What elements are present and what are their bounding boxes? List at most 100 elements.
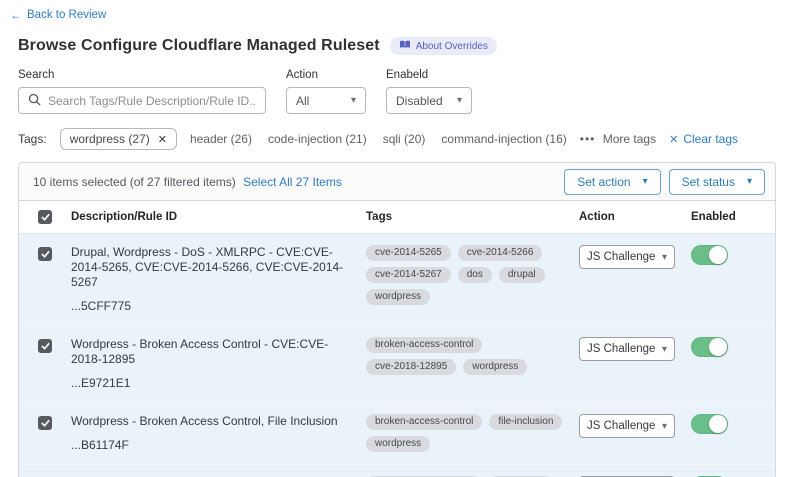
row-checkbox[interactable] xyxy=(38,247,52,261)
chevron-down-icon: ▾ xyxy=(662,252,667,263)
rule-action-value: JS Challenge xyxy=(587,343,655,355)
set-action-button[interactable]: Set action ▾ xyxy=(564,169,660,195)
rule-enabled-toggle[interactable] xyxy=(691,337,728,357)
rule-tags: cve-2014-5265cve-2014-5266cve-2014-5267d… xyxy=(366,245,579,313)
chevron-down-icon: ▾ xyxy=(643,176,648,187)
search-filter-group: Search Search Tags/Rule Description/Rule… xyxy=(18,69,266,114)
available-tag[interactable]: header (26) xyxy=(190,132,252,146)
available-tag[interactable]: command-injection (16) xyxy=(441,132,566,146)
set-status-button[interactable]: Set status ▾ xyxy=(669,169,765,195)
selection-summary-text: 10 items selected (of 27 filtered items) xyxy=(33,175,236,189)
remove-tag-icon[interactable]: ✕ xyxy=(158,133,167,146)
clear-tags-label: Clear tags xyxy=(683,132,738,146)
rule-enabled-toggle[interactable] xyxy=(691,414,728,434)
rule-description: Wordpress - Broken Access Control - CVE:… xyxy=(71,337,352,367)
rule-id: ...E9721E1 xyxy=(71,376,352,390)
rule-action-value: JS Challenge xyxy=(587,420,655,432)
selection-bar: 10 items selected (of 27 filtered items)… xyxy=(19,163,775,201)
back-link-label: Back to Review xyxy=(27,9,106,21)
action-filter-select[interactable]: All ▾ xyxy=(286,87,366,114)
tag-pill: cve-2014-5266 xyxy=(458,245,543,261)
column-header-tags: Tags xyxy=(366,211,579,223)
browse-ruleset-page: ← Back to Review Browse Configure Cloudf… xyxy=(0,0,794,477)
available-tag[interactable]: sqli (20) xyxy=(383,132,426,146)
clear-x-icon: ✕ xyxy=(669,133,678,146)
clear-tags-button[interactable]: ✕ Clear tags xyxy=(669,132,738,146)
table-row: Wordpress - Broken Access Control, File … xyxy=(19,403,775,465)
back-to-review-link[interactable]: ← Back to Review xyxy=(10,8,106,22)
search-label: Search xyxy=(18,69,266,81)
selected-tag-label: wordpress (27) xyxy=(70,132,150,146)
search-icon xyxy=(28,93,41,109)
back-arrow-icon: ← xyxy=(10,8,22,22)
rule-tags: broken-access-control cve-2018-12895 wordp… xyxy=(366,337,579,390)
tag-pill: wordpress xyxy=(366,436,430,452)
select-all-checkbox[interactable] xyxy=(38,210,52,224)
ellipsis-icon: ••• xyxy=(580,132,596,146)
table-header-row: Description/Rule ID Tags Action Enabled xyxy=(19,201,775,234)
toggle-knob xyxy=(709,246,727,264)
rule-action-select[interactable]: JS Challenge ▾ xyxy=(579,245,675,269)
column-header-description: Description/Rule ID xyxy=(71,211,366,223)
rule-action-select[interactable]: JS Challenge ▾ xyxy=(579,414,675,438)
column-header-action: Action xyxy=(579,211,691,223)
about-overrides-badge[interactable]: About Overrides xyxy=(390,37,497,55)
tag-pill: wordpress xyxy=(463,359,527,375)
more-tags-button[interactable]: ••• More tags xyxy=(580,132,656,146)
tags-label: Tags: xyxy=(18,132,47,146)
search-input[interactable]: Search Tags/Rule Description/Rule ID... xyxy=(18,87,266,114)
table-row: Drupal, Wordpress - DoS - XMLRPC - CVE:C… xyxy=(19,234,775,326)
about-overrides-label: About Overrides xyxy=(416,41,488,52)
more-tags-label: More tags xyxy=(603,132,656,146)
set-action-label: Set action xyxy=(577,175,630,189)
action-filter-group: Action All ▾ xyxy=(286,69,366,114)
row-checkbox[interactable] xyxy=(38,416,52,430)
row-checkbox[interactable] xyxy=(38,339,52,353)
action-filter-label: Action xyxy=(286,69,366,81)
select-all-link[interactable]: Select All 27 Items xyxy=(243,175,342,189)
chevron-down-icon: ▾ xyxy=(662,421,667,432)
tag-pill: broken-access-control xyxy=(366,414,482,430)
chevron-down-icon: ▾ xyxy=(351,95,356,106)
rule-action-value: JS Challenge xyxy=(587,251,655,263)
tag-pill: cve-2018-12895 xyxy=(366,359,456,375)
chevron-down-icon: ▾ xyxy=(457,95,462,106)
tag-pill: drupal xyxy=(499,267,545,283)
toggle-knob xyxy=(709,338,727,356)
enabled-filter-group: Enabeld Disabled ▾ xyxy=(386,69,472,114)
set-status-label: Set status xyxy=(682,175,735,189)
bulk-action-buttons: Set action ▾ Set status ▾ xyxy=(564,169,765,195)
chevron-down-icon: ▾ xyxy=(747,176,752,187)
search-placeholder-text: Search Tags/Rule Description/Rule ID... xyxy=(48,94,256,108)
rule-tags: broken-access-control file-inclusion wordp… xyxy=(366,414,579,452)
tags-filter-bar: Tags: wordpress (27) ✕ header (26) code-i… xyxy=(18,128,776,150)
title-row: Browse Configure Cloudflare Managed Rule… xyxy=(18,37,776,55)
rule-description: Drupal, Wordpress - DoS - XMLRPC - CVE:C… xyxy=(71,245,352,290)
enabled-filter-label: Enabeld xyxy=(386,69,472,81)
chevron-down-icon: ▾ xyxy=(662,344,667,355)
selection-summary: 10 items selected (of 27 filtered items)… xyxy=(33,175,342,189)
rule-id: ...5CFF775 xyxy=(71,299,352,313)
table-row: Wordpress - Broken Access Control - CVE:… xyxy=(19,326,775,403)
book-icon xyxy=(399,40,411,52)
tag-pill: file-inclusion xyxy=(489,414,562,430)
tag-pill: cve-2014-5267 xyxy=(366,267,451,283)
enabled-filter-value: Disabled xyxy=(396,94,443,108)
available-tags: header (26) code-injection (21) sqli (20) c… xyxy=(190,132,567,146)
tag-pill: broken-access-control xyxy=(366,337,482,353)
toggle-knob xyxy=(709,415,727,433)
rules-table-card: 10 items selected (of 27 filtered items)… xyxy=(18,162,776,477)
table-body: Drupal, Wordpress - DoS - XMLRPC - CVE:C… xyxy=(19,234,775,477)
enabled-filter-select[interactable]: Disabled ▾ xyxy=(386,87,472,114)
tag-pill: wordpress xyxy=(366,289,430,305)
rule-id: ...B61174F xyxy=(71,438,352,452)
page-title: Browse Configure Cloudflare Managed Rule… xyxy=(18,37,380,55)
available-tag[interactable]: code-injection (21) xyxy=(268,132,367,146)
rule-enabled-toggle[interactable] xyxy=(691,245,728,265)
column-header-enabled: Enabled xyxy=(691,211,775,223)
rule-action-select[interactable]: JS Challenge ▾ xyxy=(579,337,675,361)
filters-row: Search Search Tags/Rule Description/Rule… xyxy=(18,69,776,114)
selected-tag-chip[interactable]: wordpress (27) ✕ xyxy=(60,128,177,150)
tag-pill: dos xyxy=(458,267,492,283)
table-row: Wordpress - Broken Access Control - Upda… xyxy=(19,465,775,477)
